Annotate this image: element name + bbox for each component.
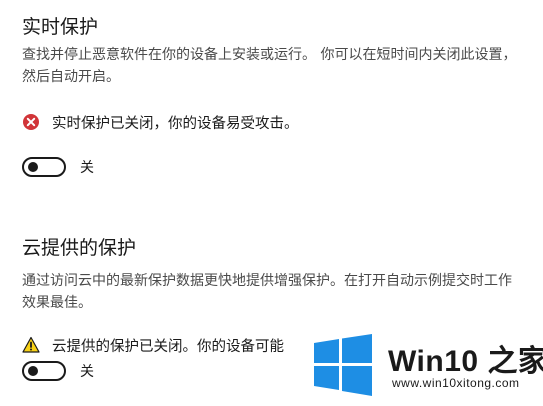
status-text: 实时保护已关闭，你的设备易受攻击。 (52, 115, 299, 132)
realtime-toggle-row: 关 (22, 157, 94, 177)
cloud-protection-toggle[interactable] (22, 361, 66, 381)
watermark-brand: Win10 之家 (388, 336, 543, 380)
brand-suffix: 之家 (487, 345, 543, 378)
section-title: 实时保护 (22, 16, 99, 38)
section-description: 查找并停止恶意软件在你的设备上安装或运行。 你可以在短时间内关闭此设置，然后自动… (22, 47, 517, 85)
cloud-toggle-row: 关 (22, 361, 94, 381)
site-watermark: Win10 之家 www.win10xitong.com (312, 330, 543, 406)
watermark-url: www.win10xitong.com (392, 376, 520, 390)
section-description: 通过访问云中的最新保护数据更快地提供增强保护。在打开自动示例提交时工作效果最佳。 (22, 273, 512, 311)
windows-logo-icon (312, 334, 374, 396)
realtime-protection-toggle[interactable] (22, 157, 66, 177)
status-message: 云提供的保护已关闭。你的设备可能 (22, 335, 284, 355)
error-x-icon (22, 113, 40, 131)
status-message: 实时保护已关闭，你的设备易受攻击。 (22, 112, 299, 132)
toggle-knob (28, 366, 38, 376)
brand-prefix: Win10 (388, 345, 479, 378)
section-title: 云提供的保护 (22, 237, 137, 259)
toggle-knob (28, 162, 38, 172)
warning-icon (22, 336, 40, 354)
toggle-state-label: 关 (80, 160, 94, 176)
toggle-state-label: 关 (80, 364, 94, 380)
status-text: 云提供的保护已关闭。你的设备可能 (52, 338, 284, 355)
